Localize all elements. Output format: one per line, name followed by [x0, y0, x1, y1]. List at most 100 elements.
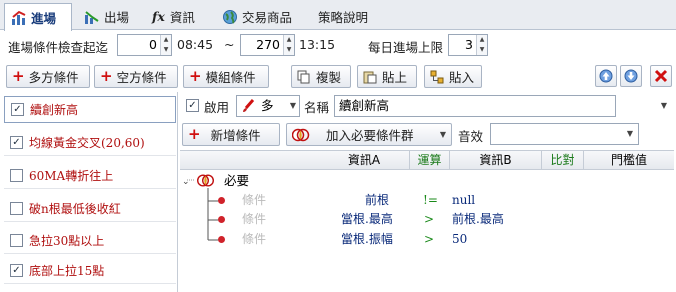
condition-item[interactable]: ✓ 續創新高	[4, 96, 176, 123]
checkbox[interactable]: ✓	[10, 135, 23, 149]
enable-label: 啟用	[204, 100, 230, 115]
tab-label: 資訊	[169, 10, 195, 25]
plus-icon: +	[100, 67, 113, 85]
condition-item[interactable]: ✓ 底部上拉15點	[4, 257, 176, 284]
tab-bar: 進場 出場 fx 資訊 交易商品 策略說明	[0, 0, 676, 31]
plus-icon: +	[189, 67, 202, 85]
brush-icon	[243, 99, 255, 112]
cell-info-a[interactable]: 前根	[365, 192, 389, 208]
add-short-condition-button[interactable]: + 空方條件	[94, 65, 178, 88]
tab-label: 進場	[31, 11, 57, 26]
cell-operator[interactable]: >	[424, 211, 434, 227]
header-compare[interactable]: 比對	[541, 151, 583, 170]
condition-dot-icon	[218, 197, 225, 204]
daily-limit-stepper[interactable]: 3 ▲ ▼	[448, 34, 488, 56]
tab-label: 交易商品	[242, 10, 293, 25]
required-group-icon	[197, 174, 215, 187]
sound-select[interactable]	[490, 123, 639, 145]
collapse-toggle-icon[interactable]: ⌄	[182, 174, 190, 190]
cell-operator[interactable]: !=	[423, 192, 438, 208]
move-up-button[interactable]	[595, 65, 617, 87]
checkbox[interactable]	[10, 168, 23, 182]
copy-button[interactable]: 複製	[291, 65, 351, 88]
daily-limit-label: 每日進場上限	[368, 40, 444, 55]
tab-label: 出場	[104, 10, 130, 25]
condition-list: ✓ 續創新高 ✓ 均線黃金交叉(20,60) 60MA轉折往上 破n根最低後收紅…	[0, 92, 178, 292]
checkbox[interactable]: ✓	[11, 103, 24, 116]
plus-icon: +	[188, 125, 201, 143]
cell-operator[interactable]: >	[424, 231, 434, 247]
condition-item[interactable]: 60MA轉折往上	[4, 162, 176, 189]
end-time: 13:15	[299, 37, 336, 52]
paste-into-icon	[430, 70, 444, 83]
check-range-label: 進場條件檢查起迄	[8, 40, 109, 55]
tab-description[interactable]: 策略說明	[312, 3, 382, 30]
up-arrow-icon[interactable]: ▲	[477, 35, 487, 45]
cell-info-a[interactable]: 當根.最高	[341, 211, 393, 227]
condition-dot-icon	[218, 216, 225, 223]
delete-button[interactable]	[650, 65, 672, 87]
condition-item[interactable]: 破n根最低後收紅	[4, 195, 176, 222]
tab-info[interactable]: fx 資訊	[146, 3, 212, 30]
end-bar-stepper[interactable]: 270 ▲ ▼	[240, 34, 295, 56]
up-arrow-icon[interactable]: ▲	[284, 35, 294, 45]
chevron-down-icon: ▼	[439, 130, 446, 139]
chart-exit-icon	[85, 10, 99, 24]
condition-grid: ⌄ 必要 條件 前根 != null 條件 當根.最高 > 前根.最高 條件 當…	[180, 171, 674, 292]
direction-select[interactable]: 多 ▼	[236, 95, 300, 117]
header-threshold[interactable]: 門檻值	[583, 151, 674, 170]
header-info-a[interactable]: 資訊A	[319, 151, 409, 170]
row-label[interactable]: 條件	[242, 211, 266, 227]
header-operator[interactable]: 運算	[409, 151, 449, 170]
tab-entry[interactable]: 進場	[4, 3, 72, 31]
chart-entry-icon	[12, 10, 26, 25]
name-input[interactable]: 續創新高	[334, 95, 616, 117]
arrow-down-icon	[624, 69, 638, 83]
tab-products[interactable]: 交易商品	[216, 3, 308, 30]
end-bar-value: 270	[256, 37, 280, 52]
sound-label: 音效	[458, 129, 484, 144]
checkbox[interactable]: ✓	[10, 263, 23, 277]
chevron-down-icon[interactable]: ▼	[622, 124, 638, 144]
chevron-down-icon: ▼	[289, 101, 296, 110]
row-label[interactable]: 條件	[242, 192, 266, 208]
copy-icon	[297, 70, 310, 83]
arrow-up-icon	[599, 69, 613, 83]
down-arrow-icon[interactable]: ▼	[284, 45, 294, 55]
condition-item[interactable]: 急拉30點以上	[4, 227, 176, 254]
daily-limit-value: 3	[465, 37, 473, 52]
checkbox[interactable]	[10, 233, 23, 247]
down-arrow-icon[interactable]: ▼	[161, 45, 171, 55]
checkbox[interactable]	[10, 201, 23, 215]
close-icon	[654, 69, 668, 83]
chevron-down-icon[interactable]: ▼	[656, 96, 672, 116]
group-icon	[292, 128, 310, 141]
add-long-condition-button[interactable]: + 多方條件	[6, 65, 90, 88]
clipboard-icon	[363, 71, 377, 83]
row-label[interactable]: 條件	[242, 231, 266, 247]
cell-info-a[interactable]: 當根.振幅	[341, 231, 393, 247]
add-module-condition-button[interactable]: + 模組條件	[183, 65, 269, 88]
condition-dot-icon	[218, 236, 225, 243]
fx-icon: fx	[152, 9, 165, 24]
cell-info-b[interactable]: null	[452, 192, 475, 208]
condition-item[interactable]: ✓ 均線黃金交叉(20,60)	[4, 129, 176, 156]
header-info-b[interactable]: 資訊B	[449, 151, 541, 170]
paste-button[interactable]: 貼上	[357, 65, 417, 88]
cell-info-b[interactable]: 前根.最高	[452, 211, 504, 227]
start-time: 08:45	[177, 37, 214, 52]
group-label: 必要	[224, 173, 250, 188]
paste-into-button[interactable]: 貼入	[424, 65, 482, 88]
globe-icon	[223, 9, 237, 24]
start-bar-value: 0	[149, 37, 157, 52]
tab-label: 策略說明	[318, 10, 369, 25]
tab-exit[interactable]: 出場	[78, 3, 140, 30]
enable-checkbox[interactable]: ✓	[186, 99, 199, 112]
down-arrow-icon[interactable]: ▼	[477, 45, 487, 55]
up-arrow-icon[interactable]: ▲	[161, 35, 171, 45]
add-required-group-button[interactable]: 加入必要條件群 ▼	[286, 123, 452, 146]
add-condition-button[interactable]: + 新增條件	[182, 123, 280, 146]
move-down-button[interactable]	[620, 65, 642, 87]
cell-info-b[interactable]: 50	[452, 231, 467, 247]
start-bar-stepper[interactable]: 0 ▲ ▼	[117, 34, 172, 56]
